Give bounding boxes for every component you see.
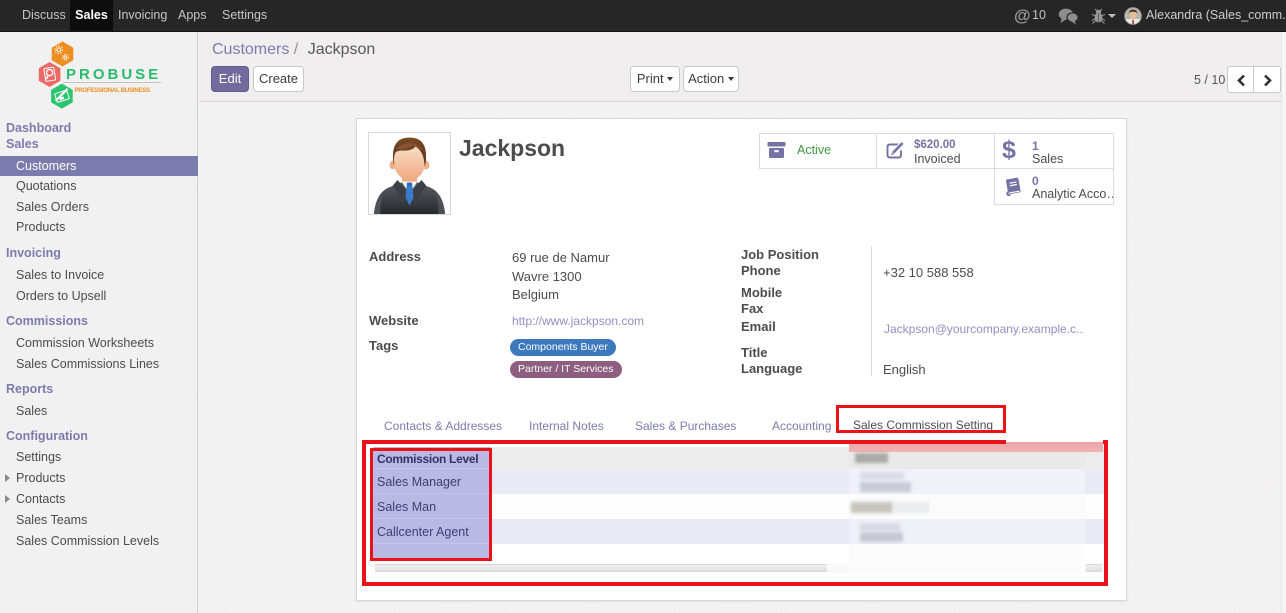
svg-text:PROFESSIONAL BUSINESS: PROFESSIONAL BUSINESS: [75, 88, 151, 94]
svg-text:PROBUSE: PROBUSE: [66, 66, 161, 83]
